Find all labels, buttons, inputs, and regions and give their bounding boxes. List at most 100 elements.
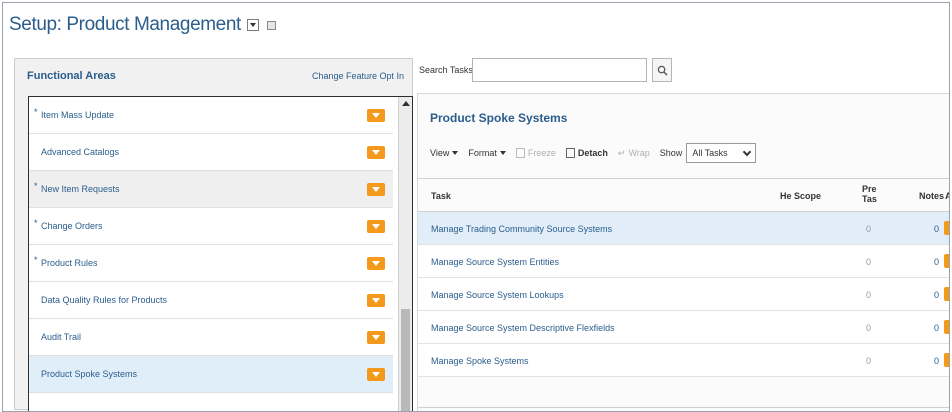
freeze-icon	[515, 148, 525, 158]
wrap-icon: ↵	[617, 147, 626, 158]
column-header-he-scope[interactable]: He Scope	[780, 191, 821, 201]
row-actions-button[interactable]	[944, 221, 949, 235]
tasks-panel-title: Product Spoke Systems	[430, 111, 568, 125]
task-link[interactable]: Manage Spoke Systems	[431, 356, 529, 366]
table-row[interactable]: Manage Source System Lookups 0 0	[418, 278, 949, 311]
actions-dropdown-icon[interactable]	[367, 146, 385, 159]
list-item-label: Product Rules	[41, 258, 98, 268]
actions-dropdown-icon[interactable]	[367, 109, 385, 122]
title-row: Setup: Product Management	[9, 13, 276, 37]
list-item-label: Item Mass Update	[41, 110, 115, 120]
required-marker: *	[34, 107, 38, 117]
list-item[interactable]: * New Item Requests	[29, 171, 393, 208]
format-menu[interactable]: Format	[468, 148, 506, 158]
table-row[interactable]: Manage Trading Community Source Systems …	[418, 212, 949, 245]
view-label: View	[430, 148, 450, 158]
wrap-button[interactable]: ↵ Wrap	[618, 148, 650, 159]
task-link[interactable]: Manage Trading Community Source Systems	[431, 224, 612, 234]
list-item-label: Audit Trail	[41, 332, 82, 342]
notes-count[interactable]: 0	[934, 224, 939, 234]
scroll-thumb[interactable]	[401, 309, 410, 411]
caret-down-icon	[452, 151, 459, 155]
actions-dropdown-icon[interactable]	[367, 257, 385, 270]
list-item[interactable]: Advanced Catalogs	[29, 134, 393, 171]
list-item[interactable]: * Item Mass Update	[29, 97, 393, 134]
task-link[interactable]: Manage Source System Entities	[431, 257, 559, 267]
list-item[interactable]: Audit Trail	[29, 319, 393, 356]
table-footer-divider	[418, 407, 949, 408]
actions-dropdown-icon[interactable]	[367, 368, 385, 381]
search-button[interactable]	[652, 58, 672, 82]
column-header-prerequisite-tasks[interactable]: Pre Tas	[862, 184, 877, 204]
column-header-task[interactable]: Task	[431, 191, 451, 201]
column-header-notes[interactable]: Notes	[919, 191, 944, 201]
column-header-actions[interactable]: A	[945, 191, 949, 201]
table-row[interactable]: Manage Source System Descriptive Flexfie…	[418, 311, 949, 344]
row-actions-button[interactable]	[944, 287, 949, 301]
list-item-label: Advanced Catalogs	[41, 147, 120, 157]
detach-button[interactable]: Detach	[565, 148, 608, 158]
functional-areas-panel: Functional Areas Change Feature Opt In *…	[14, 58, 413, 411]
list-item-label: New Item Requests	[41, 184, 120, 194]
column-header-pre-line2: Tas	[862, 194, 877, 204]
caret-down-icon	[499, 151, 506, 155]
notes-count[interactable]: 0	[934, 290, 939, 300]
chevron-down-icon	[743, 147, 752, 156]
list-item-label: Change Orders	[41, 221, 103, 231]
change-feature-opt-in-link[interactable]: Change Feature Opt In	[312, 71, 404, 81]
table-row[interactable]: Manage Spoke Systems 0 0	[418, 344, 949, 377]
row-actions-button[interactable]	[944, 254, 949, 268]
search-tasks-label: Search Tasks	[419, 65, 473, 75]
actions-dropdown-icon[interactable]	[367, 294, 385, 307]
notes-count[interactable]: 0	[934, 356, 939, 366]
search-tasks-input[interactable]	[472, 58, 647, 82]
show-label: Show	[659, 148, 683, 158]
list-item[interactable]: Data Quality Rules for Products	[29, 282, 393, 319]
functional-areas-list: * Item Mass Update Advanced Catalogs * N…	[28, 96, 413, 411]
freeze-label: Freeze	[527, 148, 556, 158]
table-header: Task He Scope PreTas Notes A	[418, 178, 949, 212]
actions-dropdown-icon[interactable]	[367, 183, 385, 196]
view-menu[interactable]: View	[430, 148, 459, 158]
app-window: Setup: Product Management Functional Are…	[2, 2, 950, 412]
row-actions-button[interactable]	[944, 353, 949, 367]
task-link[interactable]: Manage Source System Descriptive Flexfie…	[431, 323, 615, 333]
wrap-label: Wrap	[628, 148, 650, 158]
detach-label: Detach	[577, 148, 608, 158]
freeze-button[interactable]: Freeze	[515, 148, 556, 158]
notes-count[interactable]: 0	[934, 323, 939, 333]
required-marker: *	[34, 181, 38, 191]
detach-icon	[565, 148, 575, 158]
list-item[interactable]: * Change Orders	[29, 208, 393, 245]
prerequisite-count: 0	[866, 224, 872, 234]
list-item-label: Data Quality Rules for Products	[41, 295, 168, 305]
task-link[interactable]: Manage Source System Lookups	[431, 290, 564, 300]
required-marker: *	[34, 218, 38, 228]
show-filter-value: All Tasks	[692, 148, 728, 158]
scroll-up-icon[interactable]	[402, 101, 410, 106]
prerequisite-count: 0	[866, 323, 872, 333]
prerequisite-count: 0	[866, 257, 872, 267]
tasks-table: Task He Scope PreTas Notes A Manage Trad…	[418, 178, 949, 377]
prerequisite-count: 0	[866, 290, 872, 300]
required-marker: *	[34, 255, 38, 265]
actions-dropdown-icon[interactable]	[367, 220, 385, 233]
list-item-label: Product Spoke Systems	[41, 369, 138, 379]
list-item[interactable]: * Product Rules	[29, 245, 393, 282]
prerequisite-count: 0	[866, 356, 872, 366]
tasks-panel: Product Spoke Systems View Format Freeze…	[417, 93, 949, 411]
actions-dropdown-icon[interactable]	[367, 331, 385, 344]
pin-icon[interactable]	[266, 20, 276, 30]
table-row[interactable]: Manage Source System Entities 0 0	[418, 245, 949, 278]
functional-areas-title: Functional Areas	[27, 70, 116, 82]
row-actions-button[interactable]	[944, 320, 949, 334]
functional-areas-header: Functional Areas Change Feature Opt In	[15, 59, 412, 89]
search-icon	[657, 65, 668, 76]
table-toolbar: View Format Freeze Detach ↵ Wrap Show All…	[430, 142, 757, 164]
vertical-scrollbar[interactable]	[398, 97, 412, 411]
notes-count[interactable]: 0	[934, 257, 939, 267]
format-label: Format	[468, 148, 497, 158]
title-menu-dropdown-icon[interactable]	[246, 19, 259, 31]
show-filter-select[interactable]: All Tasks	[686, 143, 757, 163]
list-item-selected[interactable]: Product Spoke Systems	[29, 356, 393, 393]
